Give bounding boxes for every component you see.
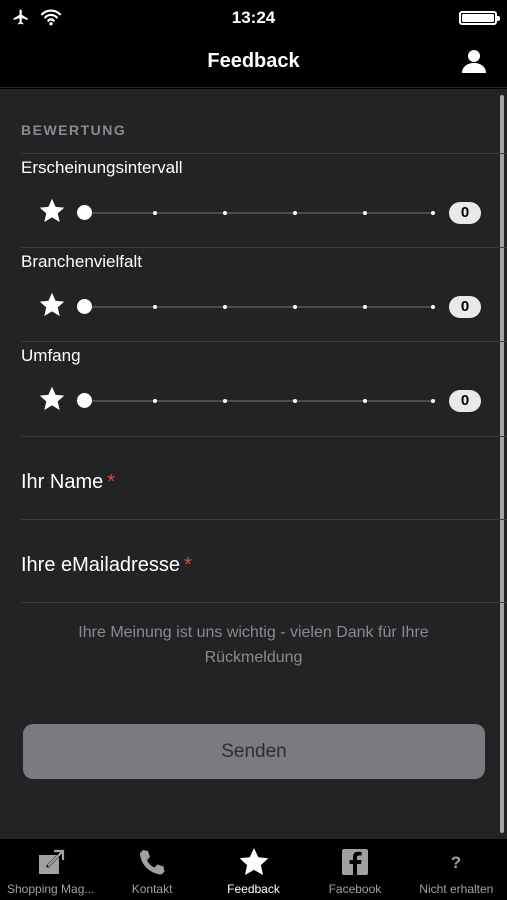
required-marker: * — [183, 554, 192, 576]
rating-row-erscheinungsintervall: Erscheinungsintervall 0 — [0, 154, 507, 248]
battery-icon — [459, 11, 500, 25]
feedback-form: BEWERTUNG Erscheinungsintervall 0 Branch… — [0, 89, 507, 839]
email-field[interactable]: Ihre eMailadresse * — [21, 554, 192, 577]
rating-slider-track[interactable] — [84, 211, 435, 215]
rating-label: Umfang — [21, 346, 81, 365]
rating-slider-thumb[interactable] — [77, 299, 92, 314]
tab-bar: Shopping Mag... Kontakt Feedback Faceboo… — [0, 839, 507, 900]
rating-slider-thumb[interactable] — [77, 393, 92, 408]
tab-shopping-magazin[interactable]: Shopping Mag... — [0, 839, 101, 900]
info-text-line: Ihre Meinung ist uns wichtig - vielen Da… — [78, 624, 429, 641]
rating-row-umfang: Umfang 0 — [0, 342, 507, 436]
rating-slider-thumb[interactable] — [77, 205, 92, 220]
rating-value-badge: 0 — [449, 390, 481, 412]
required-marker: * — [107, 471, 116, 493]
star-icon — [39, 198, 65, 222]
email-field-label: Ihre eMailadresse — [21, 554, 180, 576]
rating-label: Erscheinungsintervall — [21, 158, 183, 177]
star-icon — [239, 848, 268, 875]
tab-label: Kontakt — [131, 882, 173, 896]
tab-facebook[interactable]: Facebook — [304, 839, 405, 900]
section-header: BEWERTUNG — [21, 122, 127, 138]
rating-value-badge: 0 — [449, 296, 481, 318]
tab-label: Facebook — [328, 882, 382, 896]
rating-value-badge: 0 — [449, 202, 481, 224]
star-icon — [39, 292, 65, 316]
rating-slider-track[interactable] — [84, 305, 435, 309]
info-text-line: Rückmeldung — [204, 649, 303, 666]
tab-kontakt[interactable]: Kontakt — [101, 839, 202, 900]
tab-label: Feedback — [227, 882, 280, 896]
divider — [21, 602, 507, 603]
phone-icon — [140, 850, 165, 875]
tab-label: Nicht erhalten — [419, 882, 494, 896]
name-field[interactable]: Ihr Name * — [21, 471, 115, 494]
status-time: 13:24 — [231, 8, 276, 27]
star-icon — [39, 386, 65, 410]
question-icon: ? — [451, 853, 461, 872]
profile-icon[interactable] — [461, 48, 487, 74]
tab-nicht-erhalten[interactable]: ? Nicht erhalten — [406, 839, 507, 900]
page-title: Feedback — [207, 50, 300, 72]
tab-label: Shopping Mag... — [7, 882, 95, 896]
tab-feedback[interactable]: Feedback — [203, 839, 304, 900]
status-bar: 13:24 — [0, 0, 507, 36]
facebook-icon — [341, 849, 368, 875]
info-text: Ihre Meinung ist uns wichtig - vielen Da… — [40, 620, 467, 670]
send-button[interactable]: Senden — [23, 724, 485, 779]
rating-label: Branchenvielfalt — [21, 252, 142, 271]
divider — [21, 436, 507, 437]
external-link-icon — [38, 849, 64, 874]
rating-row-branchenvielfalt: Branchenvielfalt 0 — [0, 248, 507, 342]
name-field-label: Ihr Name — [21, 471, 104, 493]
navigation-bar: Feedback — [0, 36, 507, 88]
rating-slider-track[interactable] — [84, 399, 435, 403]
svg-text:?: ? — [451, 853, 461, 872]
divider — [21, 519, 507, 520]
